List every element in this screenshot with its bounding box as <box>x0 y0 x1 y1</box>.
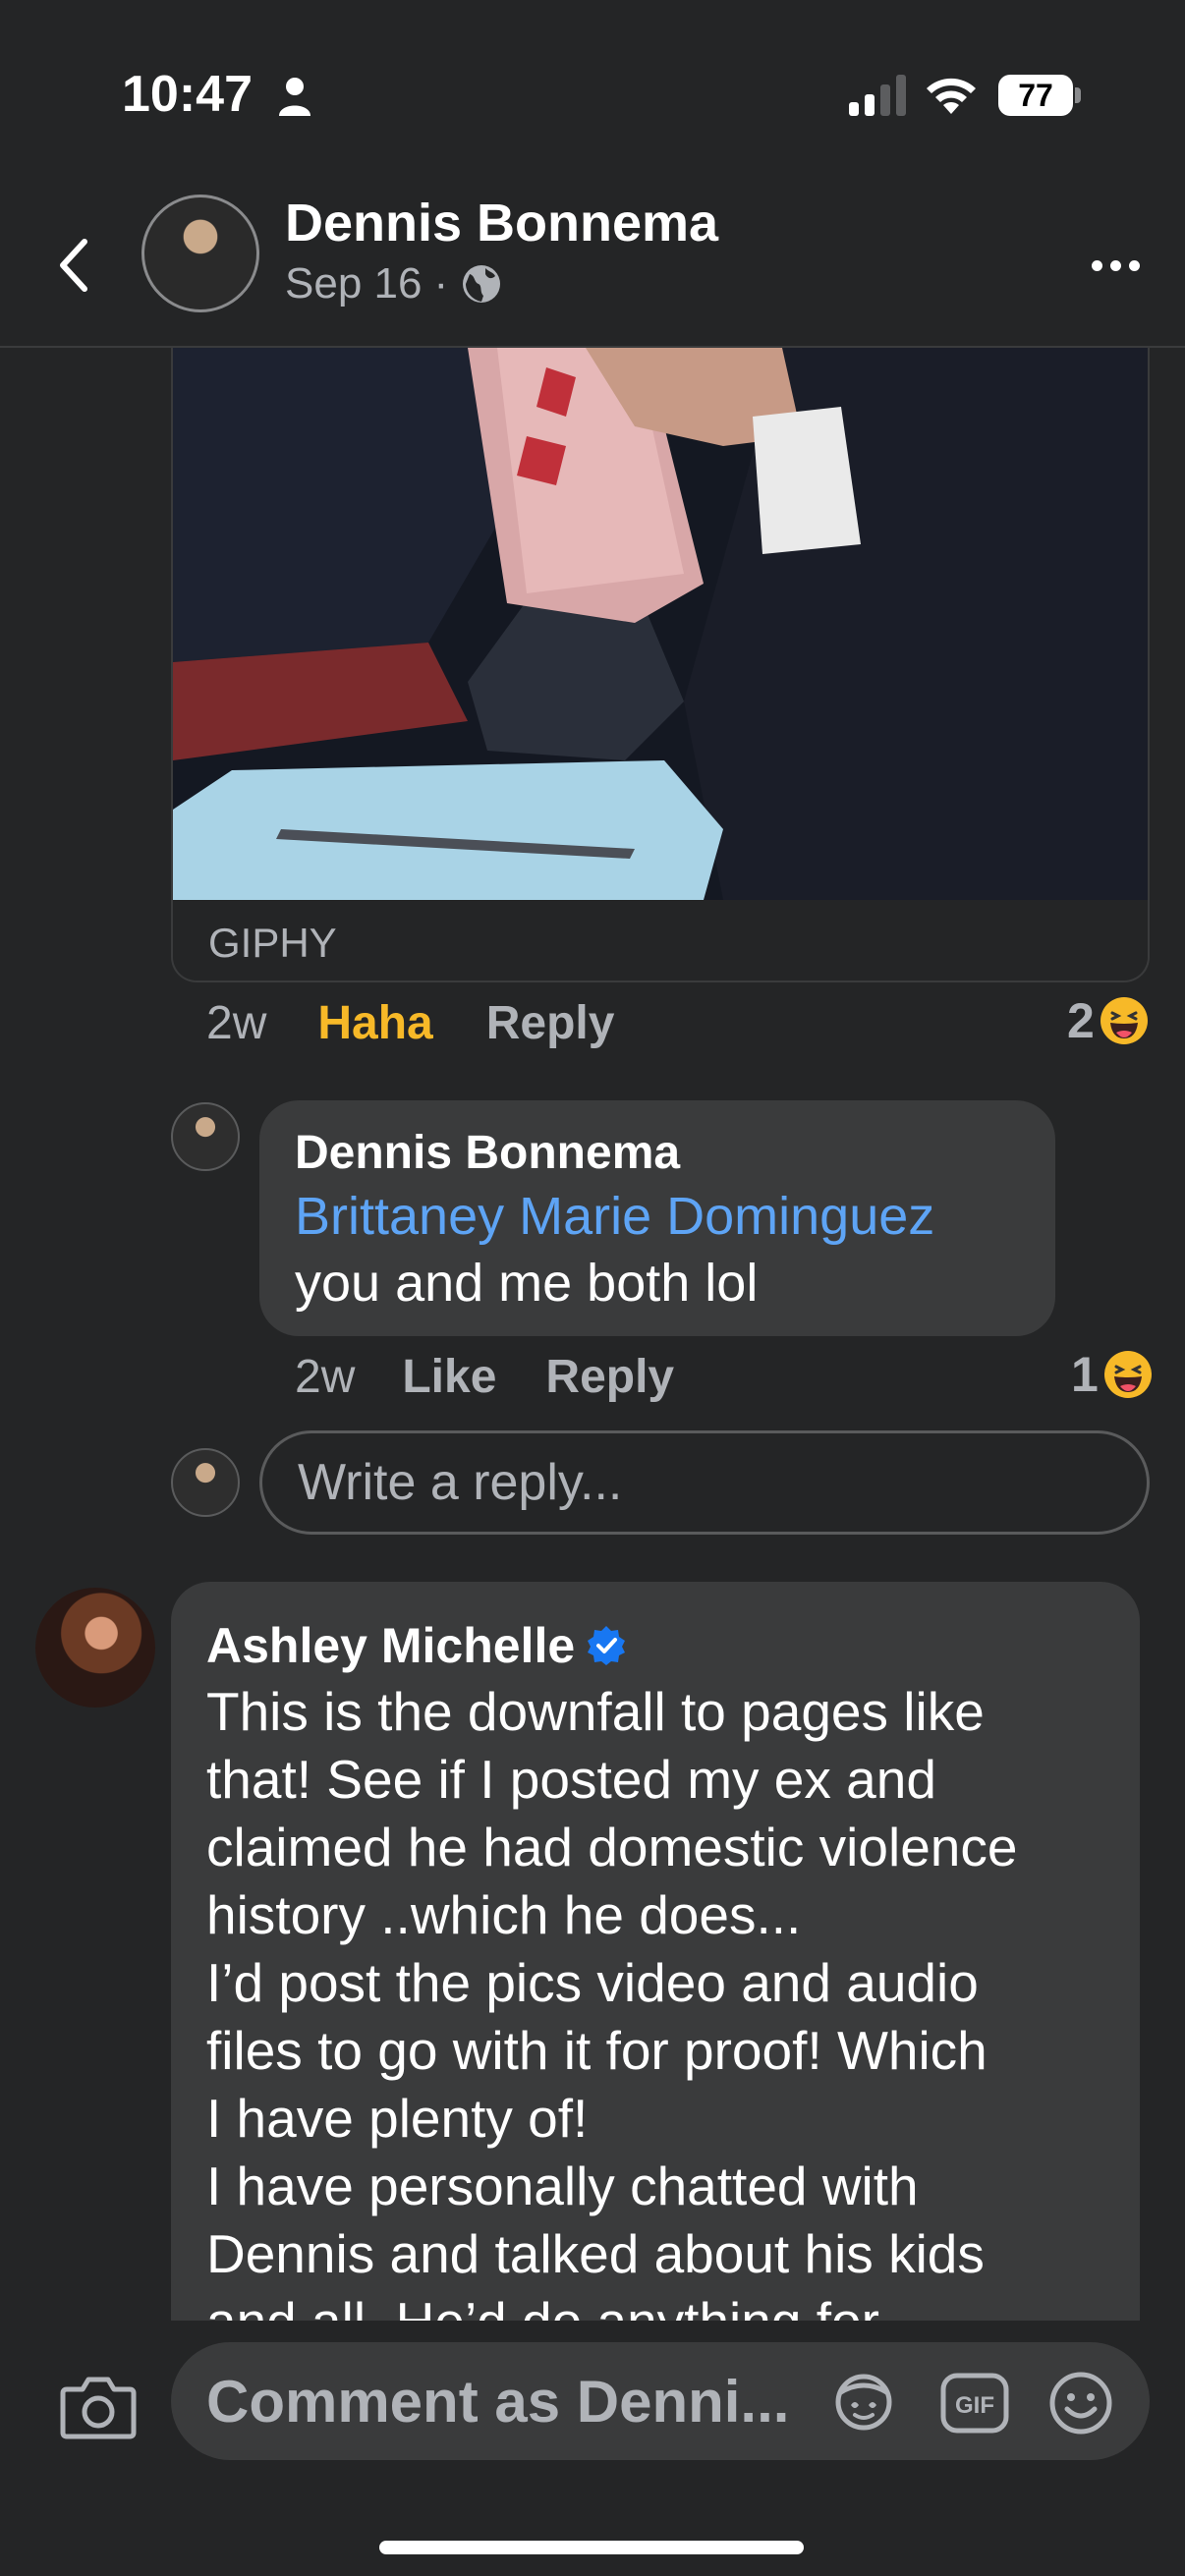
comment-line: files to go with it for proof! Which <box>206 2020 988 2081</box>
comment-line: I have plenty of! <box>206 2088 589 2149</box>
commenter-name[interactable]: Ashley Michelle <box>206 1613 575 1678</box>
write-reply-input[interactable]: Write a reply... <box>259 1430 1150 1535</box>
battery-level: 77 <box>998 75 1073 116</box>
comment-line: claimed he had domestic violence <box>206 1817 1018 1877</box>
gif-source-label: GIPHY <box>208 920 337 966</box>
reply-to-reply-button[interactable]: Reply <box>545 1350 674 1404</box>
avatar-sticker-icon[interactable] <box>831 2370 896 2435</box>
gif-attachment[interactable]: GIPHY <box>171 348 1150 982</box>
haha-emoji-icon <box>1100 997 1148 1044</box>
more-options-button[interactable] <box>1081 236 1150 295</box>
reply-reaction-summary[interactable]: 1 <box>1071 1346 1154 1403</box>
reply-text: you and me both lol <box>295 1254 759 1313</box>
person-icon <box>279 78 310 116</box>
battery-icon: 77 <box>998 75 1081 116</box>
current-user-avatar <box>171 1448 240 1517</box>
reply-button[interactable]: Reply <box>486 996 615 1050</box>
comment-line: history ..which he does... <box>206 1884 802 1945</box>
haha-emoji-icon <box>1103 1351 1152 1398</box>
commenter-name-row: Ashley Michelle <box>206 1613 1104 1678</box>
comment-time: 2w <box>206 997 267 1049</box>
status-time: 10:47 <box>122 66 253 123</box>
home-indicator[interactable] <box>379 2541 804 2554</box>
comment-composer: Comment as Denni... GIF <box>0 2321 1185 2576</box>
emoji-icon[interactable] <box>1047 2370 1114 2436</box>
author-avatar[interactable] <box>141 195 259 312</box>
reply-bubble[interactable]: Dennis Bonnema Brittaney Marie Dominguez… <box>259 1100 1055 1336</box>
comment-line: I’d post the pics video and audio <box>206 1952 979 2013</box>
comment-line: I have personally chatted with <box>206 2156 919 2216</box>
meta-separator: · <box>433 259 449 308</box>
like-button[interactable]: Like <box>402 1350 496 1404</box>
reply-time: 2w <box>295 1351 356 1403</box>
chevron-left-icon <box>60 239 87 292</box>
camera-icon[interactable] <box>59 2372 138 2440</box>
globe-icon <box>463 265 501 303</box>
comment-line: that! See if I posted my ex and <box>206 1749 936 1810</box>
reply-actions: 2w Like Reply <box>295 1350 674 1404</box>
gif-comment-actions: 2w Haha Reply <box>206 996 614 1050</box>
commenter-avatar[interactable] <box>35 1588 155 1708</box>
reaction-count: 2 <box>1067 993 1095 1048</box>
gif-image[interactable] <box>173 348 1148 900</box>
mention-link[interactable]: Brittaney Marie Dominguez <box>295 1183 1020 1250</box>
verified-badge-icon <box>588 1626 626 1665</box>
post-meta: Sep 16 · <box>285 259 503 308</box>
comment-bubble[interactable]: Ashley Michelle This is the downfall to … <box>171 1582 1140 2328</box>
cellular-signal-icon <box>849 75 906 116</box>
reply-author-avatar[interactable] <box>171 1102 240 1171</box>
status-bar: 10:47 77 <box>0 0 1185 187</box>
post-date: Sep 16 <box>285 259 423 308</box>
post-header: Dennis Bonnema Sep 16 · <box>0 187 1185 348</box>
svg-text:GIF: GIF <box>955 2392 994 2419</box>
comment-text: This is the downfall to pages like that!… <box>206 1678 1104 2328</box>
comment-line: This is the downfall to pages like <box>206 1681 985 1742</box>
author-name[interactable]: Dennis Bonnema <box>285 193 718 253</box>
haha-reaction-button[interactable]: Haha <box>317 996 432 1050</box>
gif-icon[interactable]: GIF <box>939 2372 1010 2435</box>
comment-line: Dennis and talked about his kids <box>206 2223 985 2284</box>
reply-author-name[interactable]: Dennis Bonnema <box>295 1124 1020 1183</box>
reply-reaction-count: 1 <box>1071 1347 1099 1402</box>
reaction-summary[interactable]: 2 <box>1067 992 1150 1049</box>
wifi-icon <box>927 78 976 114</box>
back-button[interactable] <box>43 216 102 314</box>
